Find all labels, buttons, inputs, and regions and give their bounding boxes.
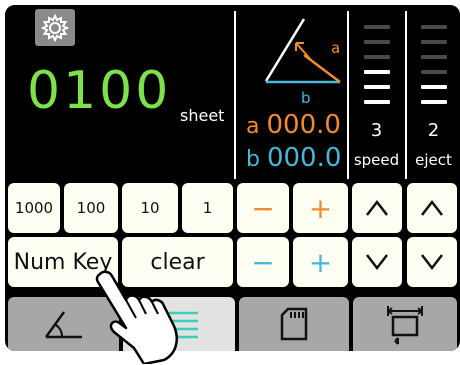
increment-1-button[interactable]: 1 xyxy=(182,183,233,233)
level-bar xyxy=(363,100,390,104)
tab-card[interactable] xyxy=(239,297,349,351)
level-bar xyxy=(420,25,447,29)
tab-stack-size[interactable] xyxy=(353,297,457,351)
level-bar xyxy=(363,85,390,89)
chevron-up-icon xyxy=(421,199,443,216)
level-bar xyxy=(363,55,390,59)
angle-a-value: 000.0 xyxy=(266,110,341,140)
level-bar xyxy=(363,25,390,29)
gear-icon xyxy=(40,13,70,42)
level-bar xyxy=(420,100,447,104)
eject-value: 2 xyxy=(427,120,440,141)
angle-b-symbol: b xyxy=(301,89,311,107)
speed-panel: 3 speed xyxy=(349,5,404,179)
settings-button[interactable] xyxy=(35,9,75,46)
sheet-counter-unit: sheet xyxy=(180,106,225,125)
level-bar xyxy=(363,70,390,74)
angle-a-decrease-button[interactable]: − xyxy=(237,183,289,233)
counter-panel: 0100 sheet xyxy=(5,5,233,179)
eject-panel: 2 eject xyxy=(407,5,460,179)
level-bar xyxy=(420,55,447,59)
angle-a-readout: a 000.0 xyxy=(246,112,341,138)
increment-10-button[interactable]: 10 xyxy=(122,183,178,233)
hand-pointer-icon xyxy=(95,270,178,364)
speed-down-button[interactable] xyxy=(352,237,402,287)
stack-size-icon xyxy=(387,306,423,345)
increment-100-button[interactable]: 100 xyxy=(64,183,118,233)
chevron-up-icon xyxy=(366,199,388,216)
sheet-counter-value: 0100 xyxy=(27,61,172,121)
triangle-angle-icon xyxy=(264,18,341,84)
angle-a-increase-button[interactable]: + xyxy=(293,183,348,233)
angle-icon xyxy=(44,311,82,339)
eject-label: eject xyxy=(415,151,452,169)
increment-1000-button[interactable]: 1000 xyxy=(8,183,60,233)
angle-b-readout: b 000.0 xyxy=(246,145,341,171)
angle-b-decrease-button[interactable]: − xyxy=(237,237,289,287)
eject-down-button[interactable] xyxy=(407,237,457,287)
angle-a-label: a xyxy=(246,114,260,139)
card-icon xyxy=(280,307,308,341)
eject-up-button[interactable] xyxy=(407,183,457,233)
angle-panel: a b a 000.0 b 000.0 xyxy=(236,5,346,179)
chevron-down-icon xyxy=(366,254,388,271)
angle-b-label: b xyxy=(246,147,260,172)
speed-label: speed xyxy=(353,151,400,169)
angle-a-symbol: a xyxy=(331,39,341,57)
level-bar xyxy=(363,40,390,44)
level-bar xyxy=(420,85,447,89)
level-bar xyxy=(420,70,447,74)
angle-b-increase-button[interactable]: + xyxy=(293,237,348,287)
angle-b-value: 000.0 xyxy=(266,143,342,173)
level-bar xyxy=(420,40,447,44)
chevron-down-icon xyxy=(421,254,443,271)
speed-value: 3 xyxy=(370,120,383,141)
device-screen: 0100 sheet a b a 000.0 b 000.0 3 speed 2… xyxy=(5,5,460,351)
speed-up-button[interactable] xyxy=(352,183,402,233)
